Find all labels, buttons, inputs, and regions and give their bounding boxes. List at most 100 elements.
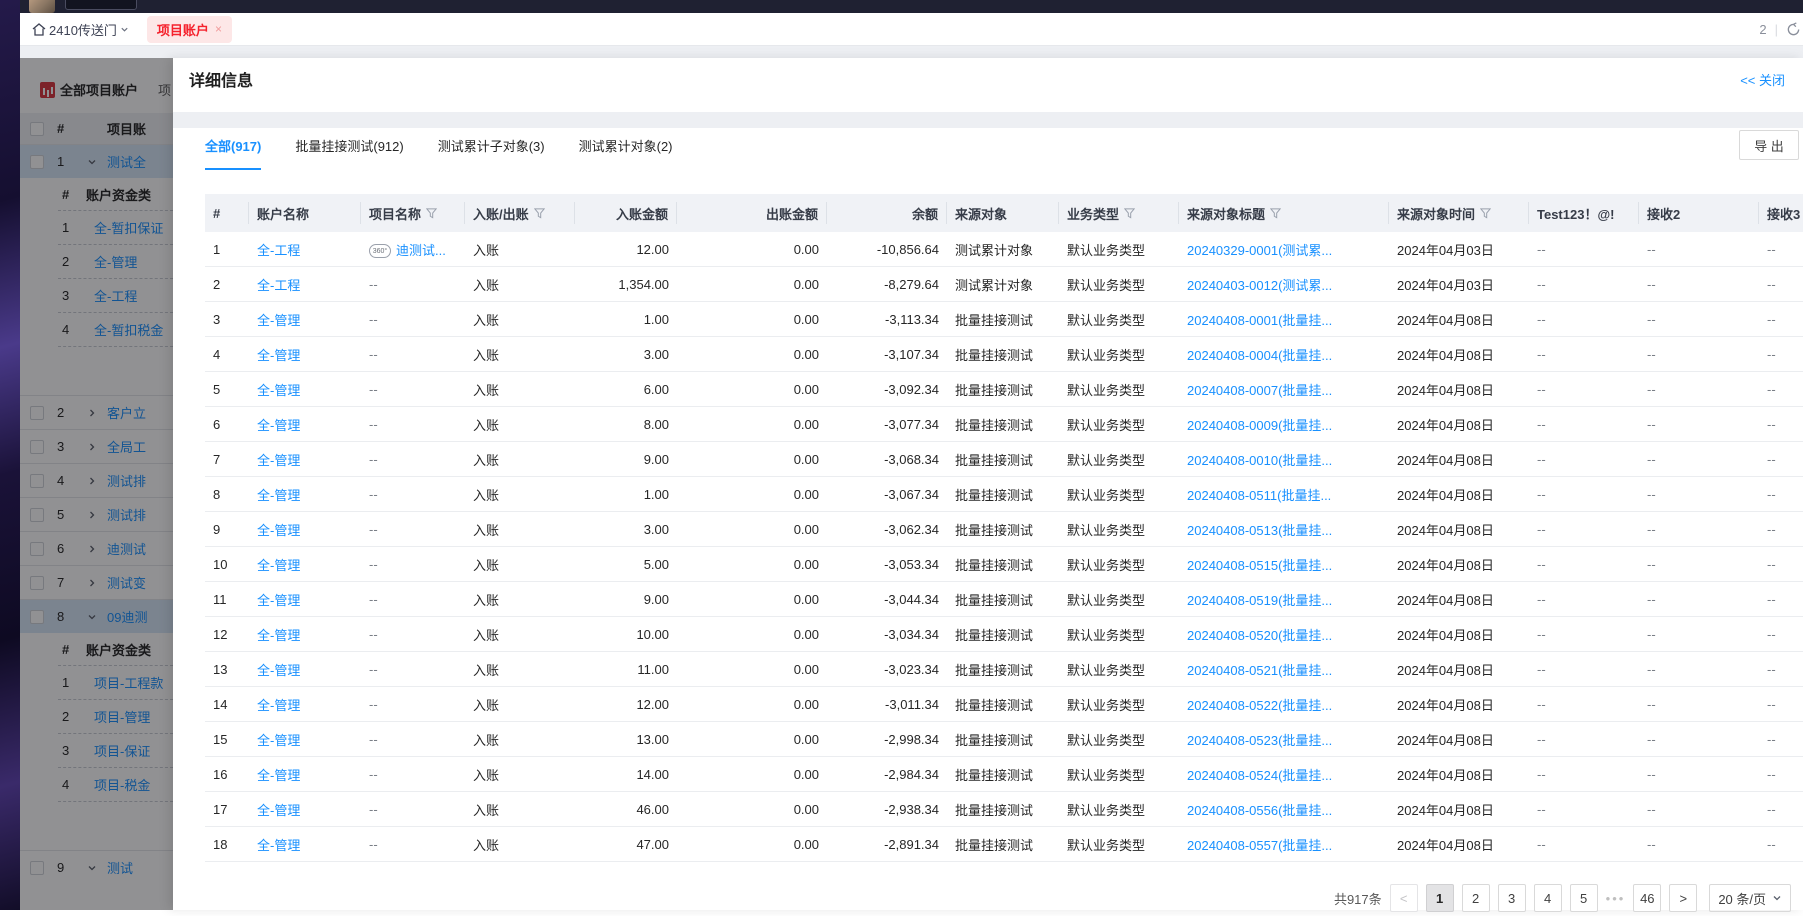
- source-title-link[interactable]: 20240408-0521(批量挂...: [1187, 663, 1332, 678]
- source-title-link[interactable]: 20240408-0001(批量挂...: [1179, 310, 1389, 329]
- account-link[interactable]: 全-管理: [257, 733, 300, 748]
- page-size-select[interactable]: 20 条/页: [1709, 884, 1791, 912]
- drawer-close-link[interactable]: << 关闭: [1740, 70, 1785, 89]
- filter-icon[interactable]: [426, 208, 437, 219]
- account-link[interactable]: 全-管理: [257, 348, 300, 363]
- source-title-link[interactable]: 20240408-0513(批量挂...: [1187, 523, 1332, 538]
- account-link[interactable]: 全-管理: [249, 625, 361, 644]
- filter-icon[interactable]: [1270, 208, 1281, 219]
- export-button[interactable]: 导 出: [1739, 130, 1799, 160]
- source-title-link[interactable]: 20240408-0513(批量挂...: [1179, 520, 1389, 539]
- filter-icon[interactable]: [1124, 208, 1135, 219]
- account-link[interactable]: 全-工程: [249, 240, 361, 259]
- tab-3[interactable]: 测试累计子对象(3): [438, 136, 545, 170]
- account-link[interactable]: 全-管理: [249, 485, 361, 504]
- account-link[interactable]: 全-管理: [257, 453, 300, 468]
- source-title-link[interactable]: 20240408-0010(批量挂...: [1179, 450, 1389, 469]
- account-link[interactable]: 全-工程: [257, 243, 300, 258]
- account-link[interactable]: 全-管理: [249, 835, 361, 854]
- topbar-input[interactable]: [65, 0, 137, 10]
- account-link[interactable]: 全-管理: [249, 450, 361, 469]
- account-link[interactable]: 全-管理: [249, 765, 361, 784]
- source-title-link[interactable]: 20240403-0012(测试累...: [1187, 278, 1332, 293]
- account-link[interactable]: 全-管理: [249, 800, 361, 819]
- account-link[interactable]: 全-管理: [257, 383, 300, 398]
- account-link[interactable]: 全-管理: [257, 838, 300, 853]
- source-title-link[interactable]: 20240408-0520(批量挂...: [1179, 625, 1389, 644]
- account-link[interactable]: 全-管理: [257, 523, 300, 538]
- account-link[interactable]: 全-管理: [249, 695, 361, 714]
- filter-icon[interactable]: [534, 208, 545, 219]
- account-link[interactable]: 全-管理: [249, 415, 361, 434]
- account-link[interactable]: 全-管理: [257, 803, 300, 818]
- source-title-link[interactable]: 20240408-0009(批量挂...: [1187, 418, 1332, 433]
- source-title-link[interactable]: 20240408-0007(批量挂...: [1179, 380, 1389, 399]
- account-link[interactable]: 全-管理: [257, 698, 300, 713]
- project-cell[interactable]: 360°迪测试...: [361, 240, 465, 259]
- account-link[interactable]: 全-管理: [249, 590, 361, 609]
- account-link[interactable]: 全-工程: [257, 278, 300, 293]
- tab-1[interactable]: 全部(917): [205, 136, 261, 170]
- source-title-link[interactable]: 20240329-0001(测试累...: [1179, 240, 1389, 259]
- source-title-link[interactable]: 20240408-0557(批量挂...: [1187, 838, 1332, 853]
- avatar[interactable]: [29, 0, 55, 13]
- source-title-link[interactable]: 20240408-0515(批量挂...: [1187, 558, 1332, 573]
- page-button-1[interactable]: 1: [1426, 884, 1454, 912]
- refresh-icon[interactable]: [1786, 22, 1801, 37]
- source-title-link[interactable]: 20240408-0519(批量挂...: [1187, 593, 1332, 608]
- source-title-link[interactable]: 20240408-0007(批量挂...: [1187, 383, 1332, 398]
- home-menu[interactable]: 2410传送门: [32, 20, 129, 39]
- account-link[interactable]: 全-工程: [249, 275, 361, 294]
- source-title-link[interactable]: 20240408-0511(批量挂...: [1187, 488, 1331, 503]
- source-title-link[interactable]: 20240408-0519(批量挂...: [1179, 590, 1389, 609]
- source-title-link[interactable]: 20240408-0009(批量挂...: [1179, 415, 1389, 434]
- source-title-link[interactable]: 20240403-0012(测试累...: [1179, 275, 1389, 294]
- source-title-link[interactable]: 20240408-0524(批量挂...: [1187, 768, 1332, 783]
- source-title-link[interactable]: 20240408-0556(批量挂...: [1187, 803, 1332, 818]
- page-button-2[interactable]: 2: [1462, 884, 1490, 912]
- source-title-link[interactable]: 20240408-0004(批量挂...: [1187, 348, 1332, 363]
- page-button-4[interactable]: 4: [1534, 884, 1562, 912]
- account-link[interactable]: 全-管理: [249, 730, 361, 749]
- close-icon[interactable]: ×: [215, 22, 222, 36]
- page-button-3[interactable]: 3: [1498, 884, 1526, 912]
- page-button-46[interactable]: 46: [1633, 884, 1661, 912]
- account-link[interactable]: 全-管理: [257, 488, 300, 503]
- source-title-link[interactable]: 20240408-0515(批量挂...: [1179, 555, 1389, 574]
- tab-4[interactable]: 测试累计对象(2): [579, 136, 673, 170]
- chevron-down-icon[interactable]: [1772, 893, 1782, 903]
- project-cell[interactable]: 迪测试...: [396, 243, 446, 258]
- source-title-link[interactable]: 20240408-0511(批量挂...: [1179, 485, 1389, 504]
- tab-2[interactable]: 批量挂接测试(912): [295, 136, 403, 170]
- source-title-link[interactable]: 20240329-0001(测试累...: [1187, 243, 1332, 258]
- source-title-link[interactable]: 20240408-0521(批量挂...: [1179, 660, 1389, 679]
- source-title-link[interactable]: 20240408-0557(批量挂...: [1179, 835, 1389, 854]
- account-link[interactable]: 全-管理: [249, 310, 361, 329]
- source-title-link[interactable]: 20240408-0524(批量挂...: [1179, 765, 1389, 784]
- account-link[interactable]: 全-管理: [257, 628, 300, 643]
- source-title-link[interactable]: 20240408-0523(批量挂...: [1179, 730, 1389, 749]
- next-page-button[interactable]: >: [1669, 884, 1697, 912]
- account-link[interactable]: 全-管理: [257, 418, 300, 433]
- account-link[interactable]: 全-管理: [257, 313, 300, 328]
- account-link[interactable]: 全-管理: [257, 768, 300, 783]
- source-title-link[interactable]: 20240408-0001(批量挂...: [1187, 313, 1332, 328]
- pagination-ellipsis-icon[interactable]: •••: [1606, 891, 1626, 906]
- account-link[interactable]: 全-管理: [249, 555, 361, 574]
- source-title-link[interactable]: 20240408-0523(批量挂...: [1187, 733, 1332, 748]
- account-link[interactable]: 全-管理: [249, 345, 361, 364]
- active-page-tab[interactable]: 项目账户 ×: [147, 16, 232, 43]
- filter-icon[interactable]: [1480, 208, 1491, 219]
- source-title-link[interactable]: 20240408-0010(批量挂...: [1187, 453, 1332, 468]
- account-link[interactable]: 全-管理: [257, 558, 300, 573]
- source-title-link[interactable]: 20240408-0556(批量挂...: [1179, 800, 1389, 819]
- prev-page-button[interactable]: <: [1390, 884, 1418, 912]
- account-link[interactable]: 全-管理: [249, 380, 361, 399]
- account-link[interactable]: 全-管理: [257, 593, 300, 608]
- source-title-link[interactable]: 20240408-0520(批量挂...: [1187, 628, 1332, 643]
- account-link[interactable]: 全-管理: [257, 663, 300, 678]
- source-title-link[interactable]: 20240408-0522(批量挂...: [1179, 695, 1389, 714]
- source-title-link[interactable]: 20240408-0522(批量挂...: [1187, 698, 1332, 713]
- source-title-link[interactable]: 20240408-0004(批量挂...: [1179, 345, 1389, 364]
- account-link[interactable]: 全-管理: [249, 660, 361, 679]
